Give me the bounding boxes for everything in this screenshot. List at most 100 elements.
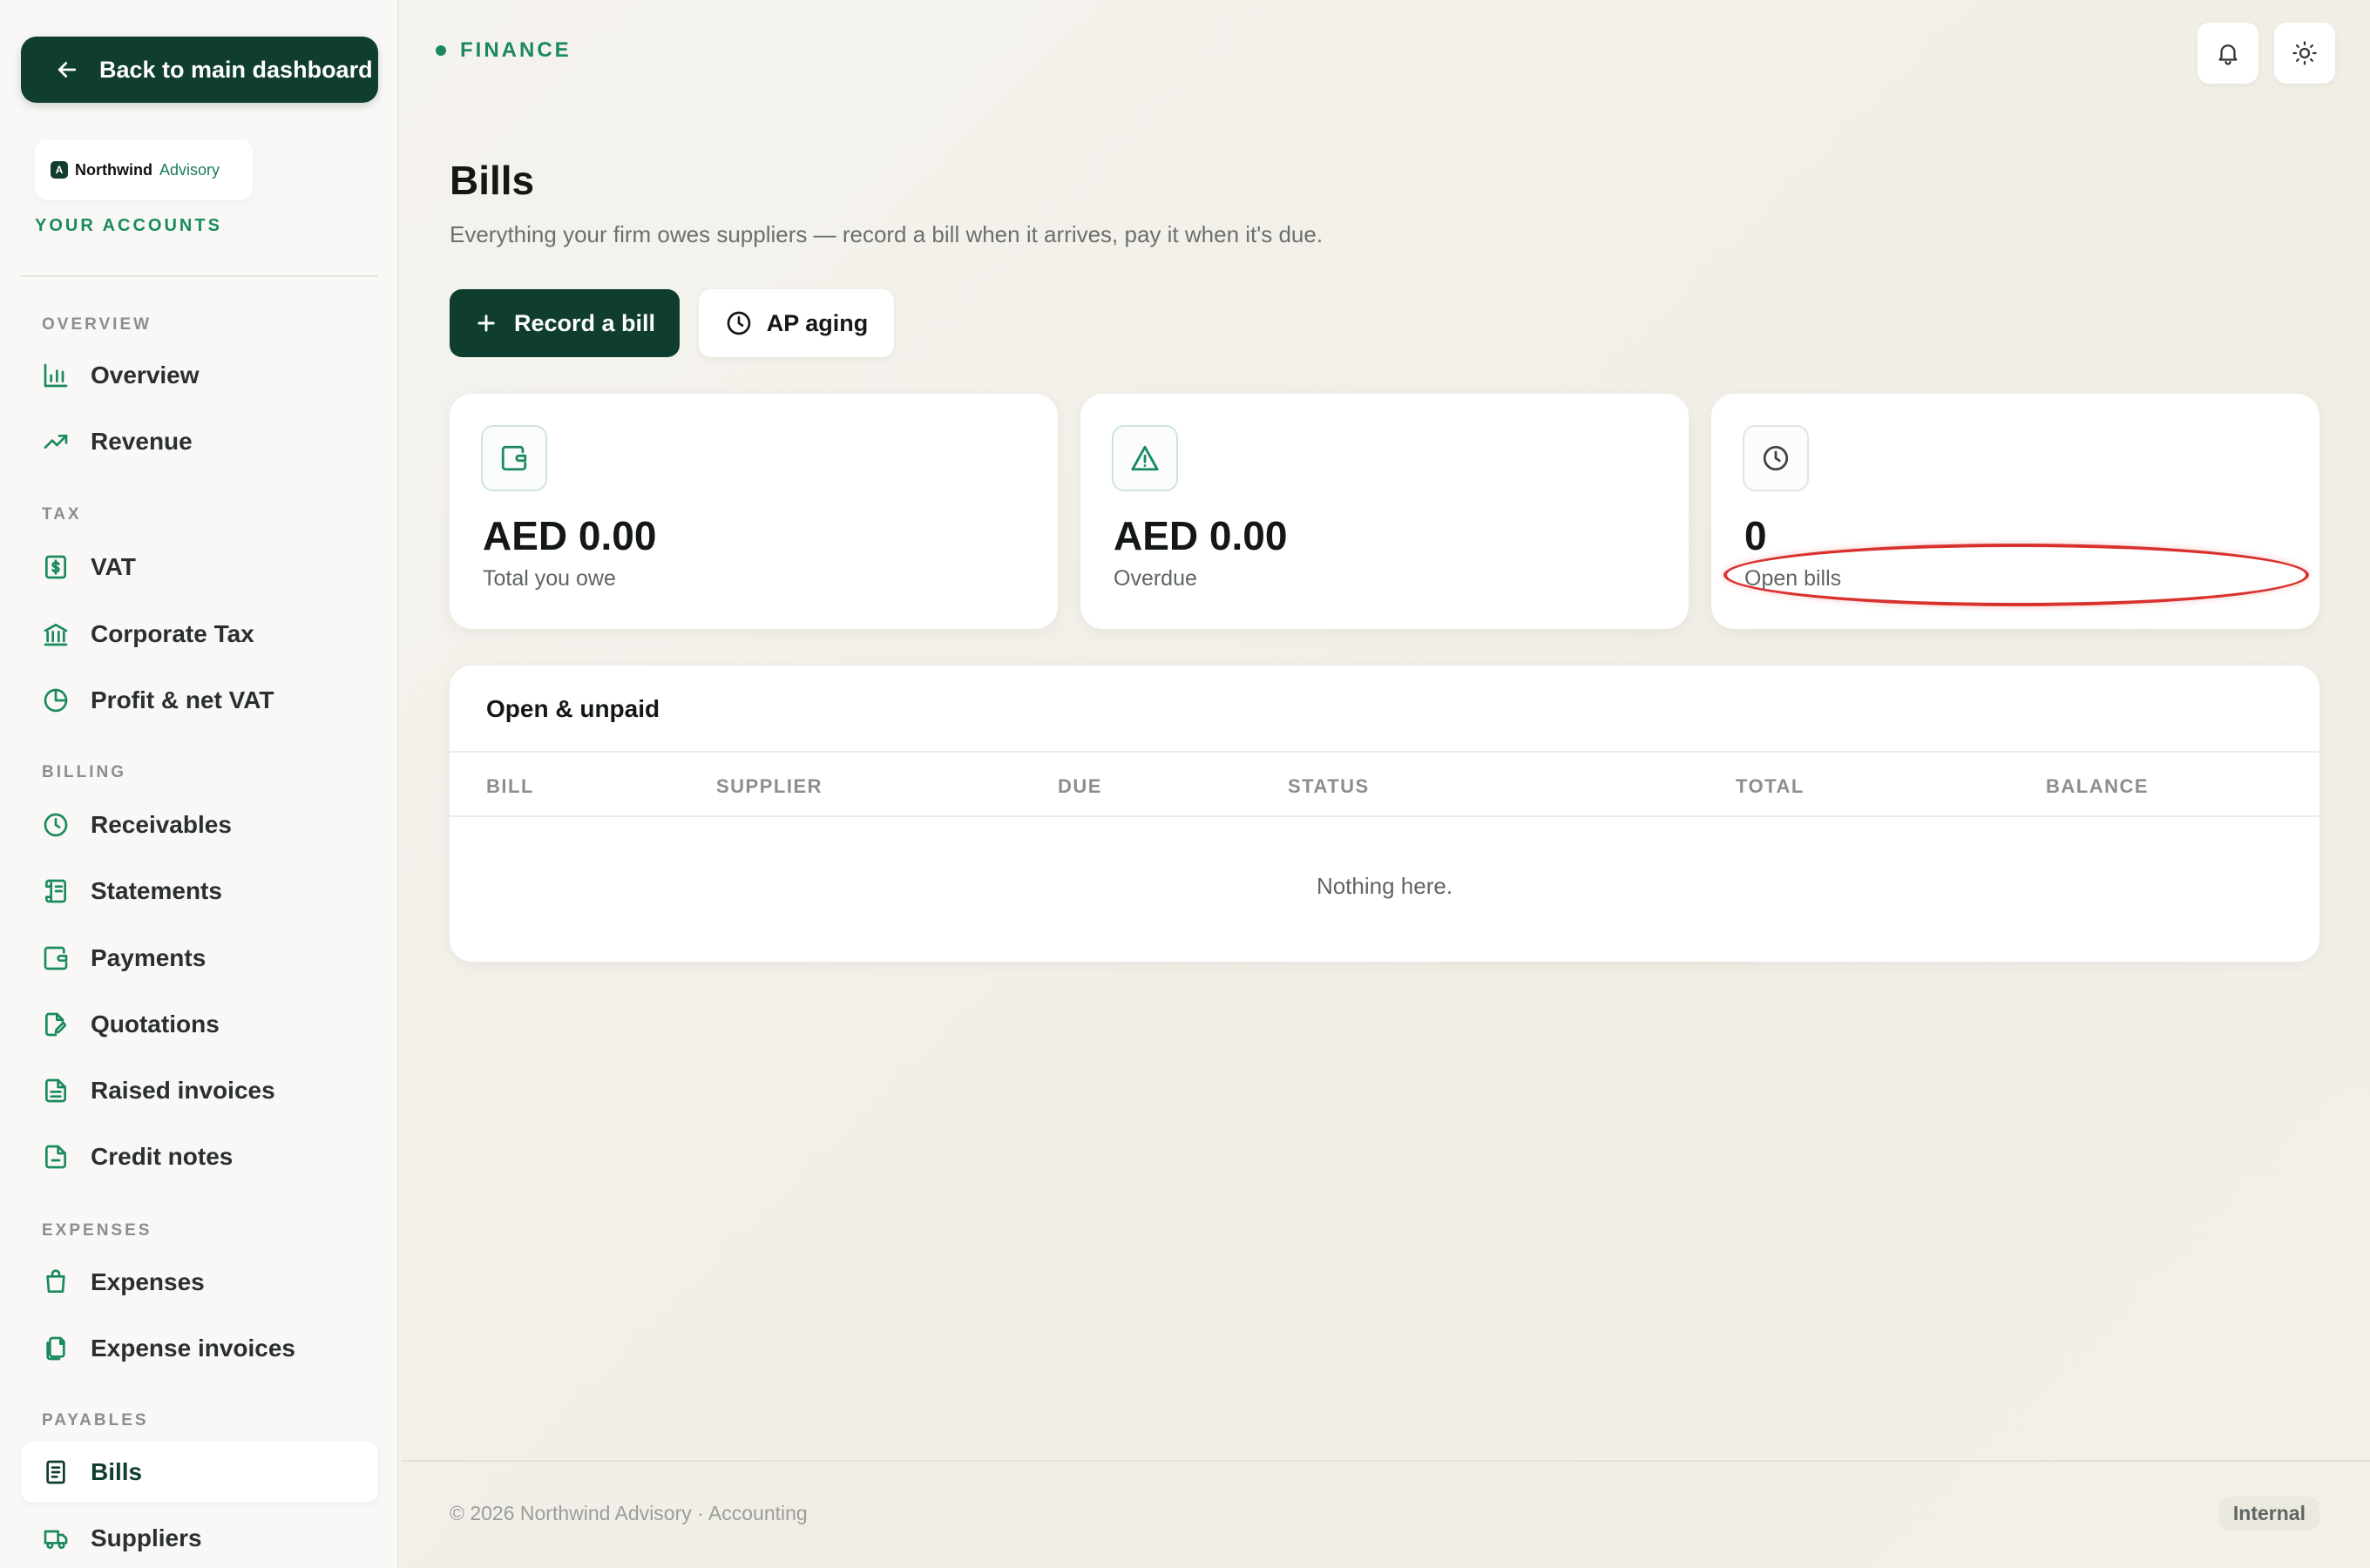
stat-label: Overdue bbox=[1114, 566, 1197, 591]
sidebar-item-label: Expenses bbox=[91, 1268, 205, 1295]
back-button-label: Back to main dashboard bbox=[99, 56, 373, 83]
stat-value: 0 bbox=[1744, 513, 1767, 558]
sidebar-item-suppliers[interactable]: Suppliers bbox=[21, 1508, 378, 1568]
ap-aging-button[interactable]: AP aging bbox=[699, 289, 894, 357]
main-content: FINANCE Bills Everything your firm owes … bbox=[401, 0, 2370, 1568]
sidebar-item-label: Bills bbox=[91, 1458, 143, 1485]
files-icon bbox=[46, 1336, 65, 1361]
section-label-billing: BILLING bbox=[42, 763, 126, 781]
sidebar-item-bills[interactable]: Bills bbox=[21, 1442, 378, 1503]
sidebar-item-receivables[interactable]: Receivables bbox=[21, 794, 378, 855]
file-icon bbox=[45, 1145, 66, 1169]
stat-icon-wrap bbox=[1112, 425, 1178, 491]
sidebar-item-profit-vat[interactable]: Profit & net VAT bbox=[21, 670, 378, 731]
bank-icon bbox=[44, 624, 68, 646]
empty-state-text: Nothing here. bbox=[1316, 873, 1453, 899]
footer-copyright: © 2026 Northwind Advisory · Accounting bbox=[450, 1502, 808, 1524]
wallet-icon bbox=[501, 445, 527, 471]
column-header-total[interactable]: TOTAL bbox=[1736, 775, 1805, 798]
plus-icon bbox=[477, 314, 495, 332]
warning-icon bbox=[1131, 445, 1159, 471]
column-header-supplier[interactable]: SUPPLIER bbox=[716, 775, 823, 798]
clock-icon bbox=[44, 813, 68, 837]
sidebar-item-label: Suppliers bbox=[91, 1524, 202, 1551]
clock-icon bbox=[727, 311, 751, 335]
record-bill-label: Record a bill bbox=[513, 309, 656, 336]
stat-value: AED 0.00 bbox=[483, 513, 657, 558]
file-pen-icon bbox=[45, 1012, 66, 1037]
ap-aging-label: AP aging bbox=[766, 309, 869, 336]
sidebar-item-credit-notes[interactable]: Credit notes bbox=[21, 1126, 378, 1187]
brand-logo[interactable]: A Northwind Advisory bbox=[35, 139, 253, 200]
page-description: Everything your firm owes suppliers — re… bbox=[450, 221, 1324, 247]
receipt-icon bbox=[46, 1460, 65, 1484]
open-unpaid-table: Open & unpaid BILL SUPPLIER DUE STATUS T… bbox=[450, 666, 2319, 962]
page-title: Bills bbox=[450, 158, 535, 203]
sidebar-item-label: Quotations bbox=[91, 1010, 220, 1037]
breadcrumb-dot bbox=[436, 45, 446, 56]
receipt-dollar-icon bbox=[45, 555, 66, 579]
sidebar-item-raised-invoices[interactable]: Raised invoices bbox=[21, 1060, 378, 1121]
sidebar-item-label: Profit & net VAT bbox=[91, 686, 274, 713]
sidebar-item-label: Revenue bbox=[91, 428, 193, 455]
clock-icon bbox=[1763, 445, 1789, 471]
stat-card-total-owe: AED 0.00 Total you owe bbox=[450, 394, 1058, 629]
sidebar-item-quotations[interactable]: Quotations bbox=[21, 994, 378, 1055]
theme-toggle-button[interactable] bbox=[2274, 23, 2335, 84]
file-text-icon bbox=[45, 1078, 66, 1103]
table-title: Open & unpaid bbox=[486, 695, 660, 722]
sidebar-item-expense-invoices[interactable]: Expense invoices bbox=[21, 1318, 378, 1379]
sidebar-item-expenses[interactable]: Expenses bbox=[21, 1252, 378, 1313]
stat-label: Total you owe bbox=[483, 566, 616, 591]
brand-name: Northwind bbox=[75, 160, 152, 179]
sidebar-item-corporate-tax[interactable]: Corporate Tax bbox=[21, 604, 378, 665]
pie-chart-icon bbox=[44, 688, 68, 713]
environment-badge: Internal bbox=[2218, 1497, 2319, 1531]
sidebar-item-label: Expense invoices bbox=[91, 1335, 296, 1362]
section-label-payables: PAYABLES bbox=[42, 1411, 149, 1429]
scroll-icon bbox=[45, 879, 66, 903]
table-header-row: BILL SUPPLIER DUE STATUS TOTAL BALANCE bbox=[450, 751, 2319, 817]
breadcrumb: FINANCE bbox=[436, 38, 572, 63]
stat-icon-wrap bbox=[481, 425, 547, 491]
sidebar-item-label: Receivables bbox=[91, 811, 232, 838]
sun-icon bbox=[2292, 41, 2317, 65]
sidebar-item-statements[interactable]: Statements bbox=[21, 861, 378, 922]
stat-icon-wrap bbox=[1743, 425, 1809, 491]
notifications-button[interactable] bbox=[2197, 23, 2258, 84]
sidebar-item-label: Payments bbox=[91, 944, 207, 971]
sidebar-item-revenue[interactable]: Revenue bbox=[21, 411, 378, 472]
sidebar-item-overview[interactable]: Overview bbox=[21, 345, 378, 406]
brand-mark: A bbox=[51, 161, 68, 179]
wallet-icon bbox=[44, 946, 68, 970]
section-label-tax: TAX bbox=[42, 505, 82, 524]
sidebar-item-label: Overview bbox=[91, 362, 200, 389]
stat-value: AED 0.00 bbox=[1114, 513, 1288, 558]
sidebar-item-label: Credit notes bbox=[91, 1143, 234, 1170]
column-header-balance[interactable]: BALANCE bbox=[2046, 775, 2149, 798]
stat-card-overdue: AED 0.00 Overdue bbox=[1080, 394, 1689, 629]
sidebar: Back to main dashboard A Northwind Advis… bbox=[0, 0, 399, 1568]
column-header-status[interactable]: STATUS bbox=[1288, 775, 1370, 798]
column-header-bill[interactable]: BILL bbox=[486, 775, 534, 798]
sidebar-divider bbox=[21, 275, 378, 277]
sidebar-item-label: Corporate Tax bbox=[91, 620, 254, 647]
record-bill-button[interactable]: Record a bill bbox=[450, 289, 680, 357]
trending-up-icon bbox=[44, 435, 68, 449]
back-to-dashboard-button[interactable]: Back to main dashboard bbox=[21, 37, 378, 103]
shopping-bag-icon bbox=[46, 1269, 65, 1293]
section-label-expenses: EXPENSES bbox=[42, 1221, 152, 1240]
sidebar-item-label: VAT bbox=[91, 553, 136, 580]
section-label-overview: OVERVIEW bbox=[42, 315, 152, 334]
sidebar-item-payments[interactable]: Payments bbox=[21, 928, 378, 989]
stat-card-open-bills: 0 Open bills bbox=[1711, 394, 2319, 629]
column-header-due[interactable]: DUE bbox=[1058, 775, 1102, 798]
brand-sub: Advisory bbox=[159, 160, 220, 179]
arrow-left-icon bbox=[58, 62, 77, 78]
footer-divider bbox=[401, 1460, 2370, 1462]
sidebar-item-vat[interactable]: VAT bbox=[21, 537, 378, 598]
your-accounts-link[interactable]: YOUR ACCOUNTS bbox=[35, 216, 222, 236]
bell-icon bbox=[2218, 44, 2238, 65]
breadcrumb-label: FINANCE bbox=[460, 38, 572, 62]
stat-label: Open bills bbox=[1744, 566, 1842, 591]
